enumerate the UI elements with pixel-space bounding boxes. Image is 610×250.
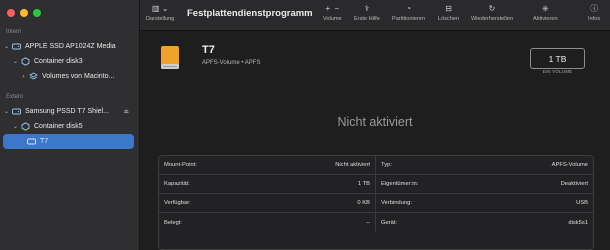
sidebar-item-label: Container disk5 (34, 123, 83, 130)
minimize-button[interactable] (20, 9, 28, 17)
mount-icon: ⎈ (542, 4, 549, 13)
sidebar-item-label: APPLE SSD AP1024Z Media (25, 43, 116, 50)
disk-icon (12, 107, 21, 116)
restore-button[interactable]: ↻ Wiederherstellen (471, 3, 513, 22)
volume-button[interactable]: + − Volume (323, 3, 342, 22)
restore-icon: ↻ (488, 4, 496, 13)
section-label-intern: Intern (6, 29, 22, 35)
zoom-button[interactable] (33, 9, 41, 17)
erase-button[interactable]: ⊟ Löschen (438, 3, 459, 22)
sidebar-item-container-disk3[interactable]: ⌄ Container disk3 (12, 56, 133, 67)
sidebar-view-icon: ▥ ⌄ (151, 4, 169, 13)
section-label-extern: Extern (6, 94, 24, 100)
volume-size-caption: EIN VOLUME (542, 69, 573, 74)
container-icon (21, 57, 30, 66)
info-cell: Typ: APFS-Volume (376, 156, 593, 175)
volume-stack-icon (29, 72, 38, 81)
partition-button[interactable]: ◔ Partitionieren (392, 3, 425, 22)
info-cell: Mount-Point: Nicht aktiviert (159, 156, 376, 175)
toolbar: ▥ ⌄ Darstellung Festplattendienstprogram… (140, 0, 610, 31)
disk-icon (12, 42, 21, 51)
sidebar-item-label: Container disk3 (34, 58, 83, 65)
info-cell: Gerät: disk5s1 (381, 219, 588, 226)
plus-minus-icon: + − (325, 4, 340, 13)
window-controls (7, 9, 41, 17)
sidebar: Intern ⌄ APPLE SSD AP1024Z Media ⌄ Conta… (0, 0, 140, 250)
chevron-down-icon[interactable]: ⌄ (12, 123, 19, 130)
info-cell: Verbindung: USB (376, 194, 593, 213)
chevron-down-icon[interactable]: ⌄ (3, 108, 10, 115)
erase-drive-icon: ⊟ (445, 4, 452, 13)
info-cell: Verfügbar: 0 KB (159, 194, 376, 213)
volume-size-box: 1 TB (530, 48, 585, 69)
stethoscope-icon: ⚕ (364, 4, 370, 13)
chevron-right-icon[interactable]: › (20, 74, 27, 80)
sidebar-item-macintosh-volumes[interactable]: › Volumes von Macinto... (20, 71, 133, 82)
info-cell: Eigentümer:in: Deaktiviert (376, 175, 593, 194)
container-icon (21, 122, 30, 131)
chevron-down-icon[interactable]: ⌄ (3, 43, 10, 50)
info-button[interactable]: ⓘ Infos (588, 3, 600, 22)
eject-icon[interactable]: ⏏ (123, 108, 129, 115)
close-button[interactable] (7, 9, 15, 17)
view-button[interactable]: ▥ ⌄ Darstellung (146, 3, 174, 22)
info-cell: Kapazität: 1 TB (159, 175, 376, 194)
pie-chart-icon: ◔ (406, 4, 411, 13)
disk-utility-window: Intern ⌄ APPLE SSD AP1024Z Media ⌄ Conta… (0, 0, 610, 250)
sidebar-item-label: Samsung PSSD T7 Shiel... (25, 108, 109, 115)
sidebar-item-samsung-t7[interactable]: ⌄ Samsung PSSD T7 Shiel... ⏏ (3, 106, 129, 117)
first-aid-button[interactable]: ⚕ Erste Hilfe (354, 3, 380, 22)
sidebar-item-container-disk5[interactable]: ⌄ Container disk5 (12, 121, 133, 132)
sidebar-item-label: T7 (40, 138, 49, 145)
mount-status: Nicht aktiviert (337, 115, 413, 129)
external-drive-icon (160, 45, 180, 71)
window-title: Festplattendienstprogramm (187, 8, 313, 19)
info-table: Mount-Point: Nicht aktiviert Typ: APFS-Vol… (158, 155, 594, 250)
activate-button[interactable]: ⎈ Aktivieren (533, 3, 558, 22)
detail-pane: T7 APFS-Volume • APFS 1 TB EIN VOLUME Ni… (140, 31, 610, 250)
info-cell: Belegt: -- (159, 213, 376, 232)
sidebar-item-label: Volumes von Macinto... (42, 73, 115, 80)
chevron-down-icon[interactable]: ⌄ (12, 58, 19, 65)
volume-icon (27, 137, 36, 146)
volume-subtitle: APFS-Volume • APFS (202, 60, 261, 66)
info-icon: ⓘ (590, 4, 599, 13)
sidebar-item-t7[interactable]: T7 (3, 134, 134, 149)
volume-name: T7 (202, 44, 215, 56)
sidebar-item-apple-ssd[interactable]: ⌄ APPLE SSD AP1024Z Media (3, 41, 133, 52)
